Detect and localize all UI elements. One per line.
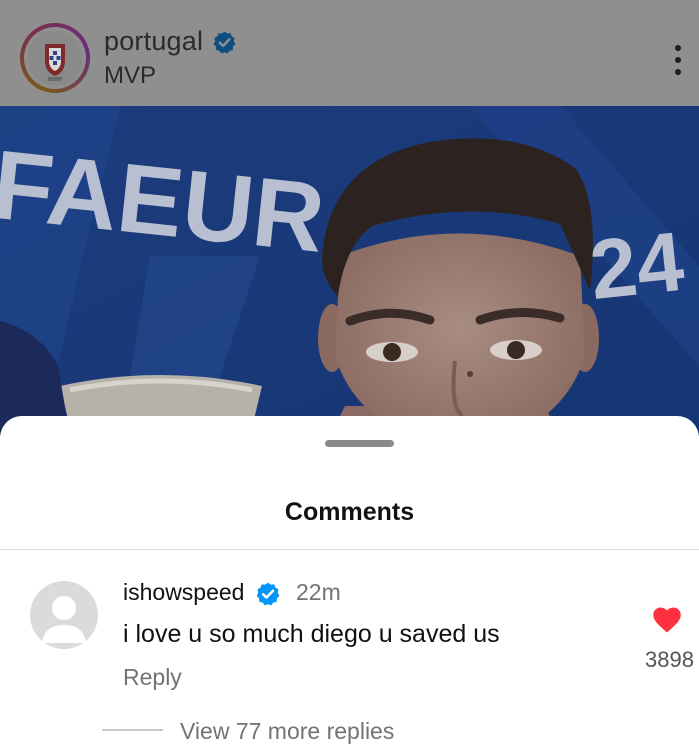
comments-title: Comments: [284, 498, 415, 526]
more-vertical-icon[interactable]: [666, 42, 690, 78]
portugal-crest-icon: [28, 31, 82, 85]
post-username[interactable]: portugal: [104, 26, 203, 57]
commenter-username[interactable]: ishowspeed: [123, 579, 244, 606]
post-header: portugal MVP: [0, 0, 699, 106]
verified-badge-icon: [256, 582, 280, 606]
replies-divider-line: [102, 729, 163, 731]
comments-sheet: Comments ishowspeed 22m i love u so much…: [0, 416, 699, 756]
like-count: 3898: [645, 647, 694, 672]
sheet-drag-handle[interactable]: [325, 440, 394, 447]
comment-text: i love u so much diego u saved us: [123, 620, 500, 648]
reply-button[interactable]: Reply: [123, 664, 182, 691]
post-subtitle: MVP: [104, 62, 157, 89]
view-more-replies-button[interactable]: View 77 more replies: [180, 718, 394, 745]
verified-badge-icon: [213, 31, 236, 54]
post-photo: FAEUR 24: [0, 106, 699, 436]
sheet-divider: [0, 549, 699, 550]
backdrop-text-right: 24: [585, 214, 688, 317]
instagram-post-comments-screen: portugal MVP FAEUR 24 Comments ishowspee…: [0, 0, 699, 756]
comment-timestamp: 22m: [296, 579, 341, 605]
heart-filled-icon[interactable]: [652, 606, 682, 634]
commenter-avatar-placeholder[interactable]: [30, 581, 98, 649]
post-avatar[interactable]: [20, 23, 90, 93]
